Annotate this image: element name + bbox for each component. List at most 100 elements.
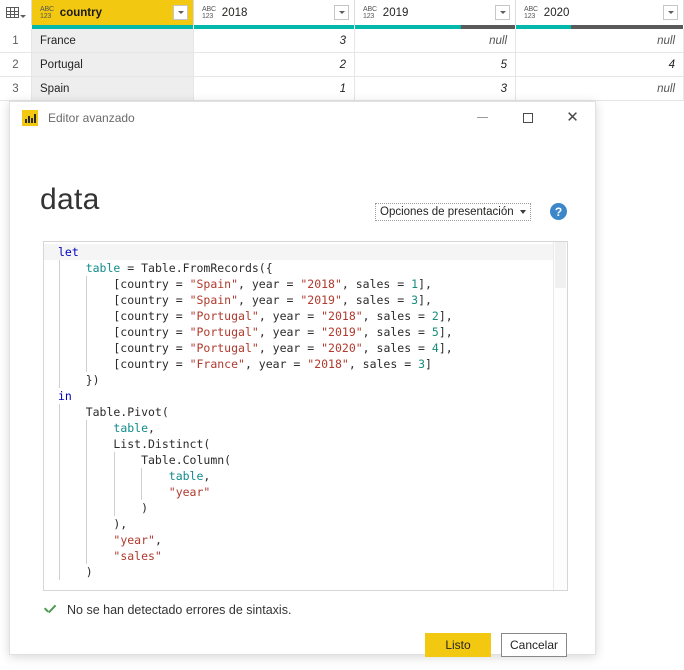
code-token: ], — [438, 341, 453, 355]
code-token: = Table.FromRecords({ — [120, 261, 273, 275]
code-editor-content[interactable]: let table = Table.FromRecords({ [country… — [44, 244, 553, 590]
code-token: List.Distinct( — [58, 437, 211, 451]
indent-guide — [86, 436, 88, 452]
table-cell-y2018[interactable]: 3 — [194, 29, 355, 52]
table-cell-country[interactable]: France — [32, 29, 194, 52]
code-token: "Spain" — [189, 277, 239, 291]
code-line: let — [44, 244, 553, 260]
code-line: [country = "Portugal", year = "2018", sa… — [44, 308, 553, 324]
code-editor-scrollbar[interactable] — [553, 242, 567, 590]
code-token: "2020" — [321, 341, 363, 355]
table-cell-y2020[interactable]: null — [516, 29, 684, 52]
code-token: }) — [58, 373, 100, 387]
column-header-2018[interactable]: ABC 123 2018 — [194, 0, 355, 25]
code-token: "Spain" — [189, 293, 239, 307]
indent-guide — [58, 292, 60, 308]
chevron-down-icon — [19, 15, 26, 18]
code-token: ) — [58, 565, 93, 579]
code-token: "Portugal" — [189, 325, 259, 339]
table-cell-country[interactable]: Spain — [32, 77, 194, 100]
column-filter-button-country[interactable] — [173, 5, 188, 20]
code-token: , sales = — [362, 341, 432, 355]
code-token: , — [148, 421, 155, 435]
code-line: [country = "Spain", year = "2019", sales… — [44, 292, 553, 308]
code-token: , sales = — [341, 293, 412, 307]
table-cell-country[interactable]: Portugal — [32, 53, 194, 76]
table-cell-y2020[interactable]: 4 — [516, 53, 684, 76]
minimize-button[interactable] — [460, 102, 505, 133]
code-line: [country = "Portugal", year = "2019", sa… — [44, 324, 553, 340]
indent-guide — [86, 420, 88, 436]
syntax-status-text: No se han detectado errores de sintaxis. — [67, 603, 292, 617]
table-cell-y2020[interactable]: null — [516, 77, 684, 100]
row-index: 1 — [0, 29, 32, 52]
indent-guide — [58, 484, 60, 500]
dialog-titlebar: Editor avanzado ✕ — [10, 102, 595, 133]
scrollbar-thumb[interactable] — [555, 242, 566, 288]
indent-guide — [113, 484, 115, 500]
chevron-down-icon — [338, 11, 345, 14]
query-name-heading: data — [40, 183, 100, 216]
column-filter-button-2020[interactable] — [663, 5, 678, 20]
code-editor[interactable]: let table = Table.FromRecords({ [country… — [43, 241, 568, 591]
maximize-button[interactable] — [505, 102, 550, 133]
code-token: "2018" — [300, 277, 342, 291]
code-token: ] — [425, 357, 432, 371]
table-cell-y2018[interactable]: 2 — [194, 53, 355, 76]
code-token: [country = — [58, 357, 190, 371]
indent-guide — [58, 436, 60, 452]
table-cell-y2019[interactable]: 3 — [355, 77, 516, 100]
indent-guide — [141, 468, 143, 484]
indent-guide — [58, 420, 60, 436]
code-token: "France" — [189, 357, 245, 371]
code-token: "year" — [113, 533, 155, 547]
column-header-country[interactable]: ABC 123 country — [32, 0, 194, 25]
code-token: , sales = — [362, 309, 432, 323]
indent-guide — [58, 340, 60, 356]
column-filter-button-2019[interactable] — [495, 5, 510, 20]
indent-guide — [86, 308, 88, 324]
table-row[interactable]: 1 France 3 null null — [0, 29, 684, 53]
indent-guide — [58, 532, 60, 548]
code-token: [country = — [58, 325, 190, 339]
display-options-dropdown[interactable]: Opciones de presentación — [375, 203, 531, 221]
done-button[interactable]: Listo — [425, 633, 491, 657]
table-cell-y2019[interactable]: 5 — [355, 53, 516, 76]
column-header-label: country — [59, 6, 102, 19]
text-type-icon: ABC 123 — [202, 5, 216, 20]
code-line: table, — [44, 420, 553, 436]
indent-guide — [58, 500, 60, 516]
code-line: "sales" — [44, 548, 553, 564]
indent-guide — [58, 548, 60, 564]
indent-guide — [86, 276, 88, 292]
indent-guide — [86, 356, 88, 372]
table-row[interactable]: 2 Portugal 2 5 4 — [0, 53, 684, 77]
column-header-label: 2018 — [221, 6, 248, 19]
code-line: in — [44, 388, 553, 404]
cancel-button[interactable]: Cancelar — [501, 633, 567, 657]
indent-guide — [141, 484, 143, 500]
column-header-2019[interactable]: ABC 123 2019 — [355, 0, 516, 25]
table-row[interactable]: 3 Spain 1 3 null — [0, 77, 684, 101]
table-cell-y2019[interactable]: null — [355, 29, 516, 52]
code-token: 3 — [418, 357, 425, 371]
code-token: [country = — [58, 293, 190, 307]
indent-guide — [58, 276, 60, 292]
table-cell-y2018[interactable]: 1 — [194, 77, 355, 100]
chevron-down-icon — [667, 11, 674, 14]
help-icon[interactable]: ? — [550, 203, 567, 220]
select-all-columns-button[interactable] — [0, 0, 32, 25]
code-token: , sales = — [362, 325, 432, 339]
code-token: [country = — [58, 277, 190, 291]
code-token: , year = — [244, 357, 308, 371]
code-token: "2019" — [321, 325, 363, 339]
code-token: "2019" — [300, 293, 342, 307]
code-token: "2018" — [307, 357, 349, 371]
close-button[interactable]: ✕ — [550, 102, 595, 133]
code-line: Table.Column( — [44, 452, 553, 468]
column-header-2020[interactable]: ABC 123 2020 — [516, 0, 684, 25]
indent-guide — [86, 484, 88, 500]
column-filter-button-2018[interactable] — [334, 5, 349, 20]
code-token: ) — [58, 501, 149, 515]
